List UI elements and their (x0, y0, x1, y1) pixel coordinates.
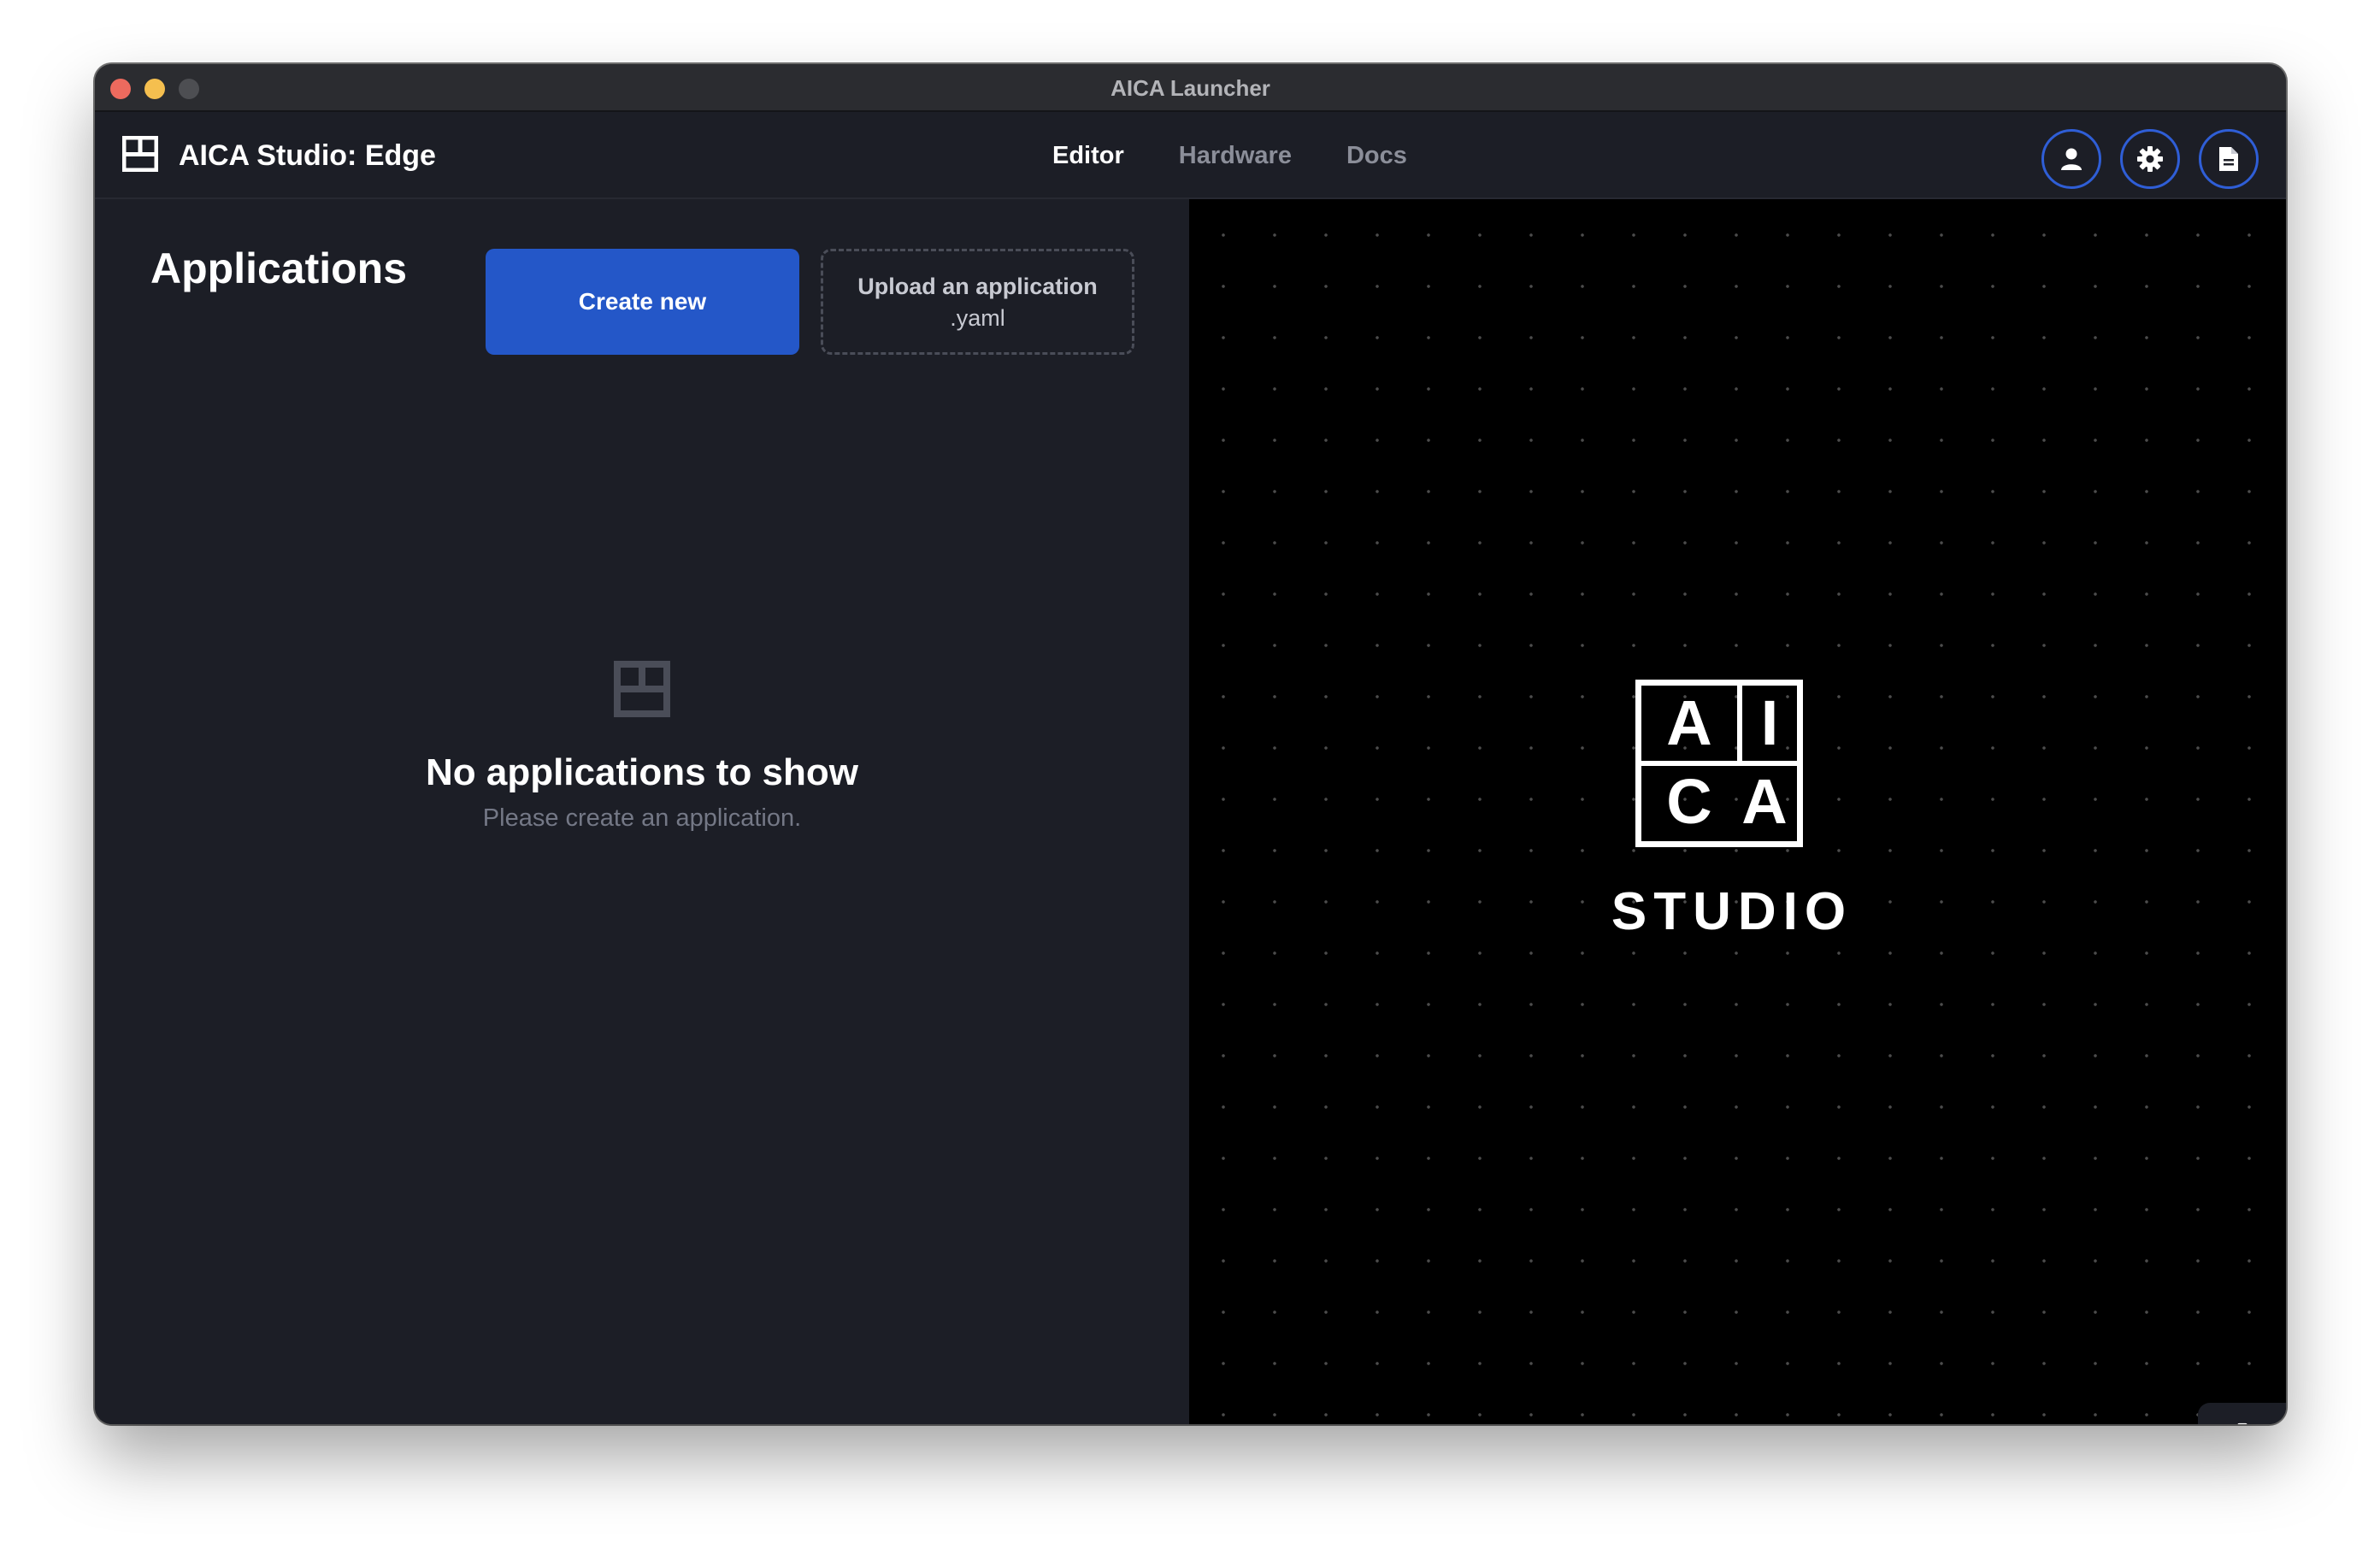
create-new-button[interactable]: Create new (486, 249, 799, 355)
user-button[interactable] (2041, 129, 2101, 189)
settings-button[interactable] (2120, 129, 2180, 189)
user-icon (2061, 148, 2082, 170)
title-bar[interactable]: AICA Launcher (95, 64, 2286, 112)
desktop: AICA Launcher AICA Studio: Edge Editor H… (0, 0, 2380, 1549)
applications-heading: Applications (150, 244, 408, 292)
main-nav: Editor Hardware Docs (1052, 134, 1407, 177)
gear-icon (2137, 146, 2163, 172)
applications-panel: Applications Create new Upload an applic… (95, 199, 1189, 1424)
app-logo-icon (122, 136, 158, 172)
document-button[interactable] (2199, 129, 2259, 189)
window-title: AICA Launcher (1110, 75, 1270, 101)
logo-letter: A (1741, 766, 1788, 837)
upload-application-dropzone[interactable]: Upload an application .yaml (821, 249, 1134, 355)
app-window: AICA Launcher AICA Studio: Edge Editor H… (95, 64, 2286, 1424)
logo-letter: I (1760, 687, 1779, 758)
logo-letter: C (1666, 766, 1712, 837)
upload-extension: .yaml (950, 305, 1005, 331)
document-icon (2219, 147, 2238, 171)
aica-logo-box: A I C A (1635, 680, 1803, 847)
canvas-settings-button[interactable] (2198, 1403, 2286, 1424)
empty-state-title: No applications to show (425, 751, 859, 793)
logo-letter: A (1666, 687, 1712, 758)
gear-icon (2236, 1422, 2247, 1424)
upload-label: Upload an application (857, 274, 1098, 299)
empty-state-subtitle: Please create an application. (482, 804, 802, 832)
app-title: AICA Studio: Edge (179, 139, 436, 172)
empty-state: No applications to show Please create an… (95, 661, 1189, 833)
nav-tab-hardware[interactable]: Hardware (1179, 134, 1292, 177)
graph-canvas[interactable]: A I C A STUDIO (1189, 199, 2286, 1424)
nav-tab-editor[interactable]: Editor (1052, 134, 1124, 177)
studio-wordmark: STUDIO (1611, 882, 1853, 941)
aica-studio-logo: A I C A STUDIO (1591, 680, 1882, 953)
nav-tab-docs[interactable]: Docs (1346, 134, 1407, 177)
app-header: AICA Studio: Edge Editor Hardware Docs (95, 112, 2286, 199)
empty-applications-icon (614, 661, 670, 717)
